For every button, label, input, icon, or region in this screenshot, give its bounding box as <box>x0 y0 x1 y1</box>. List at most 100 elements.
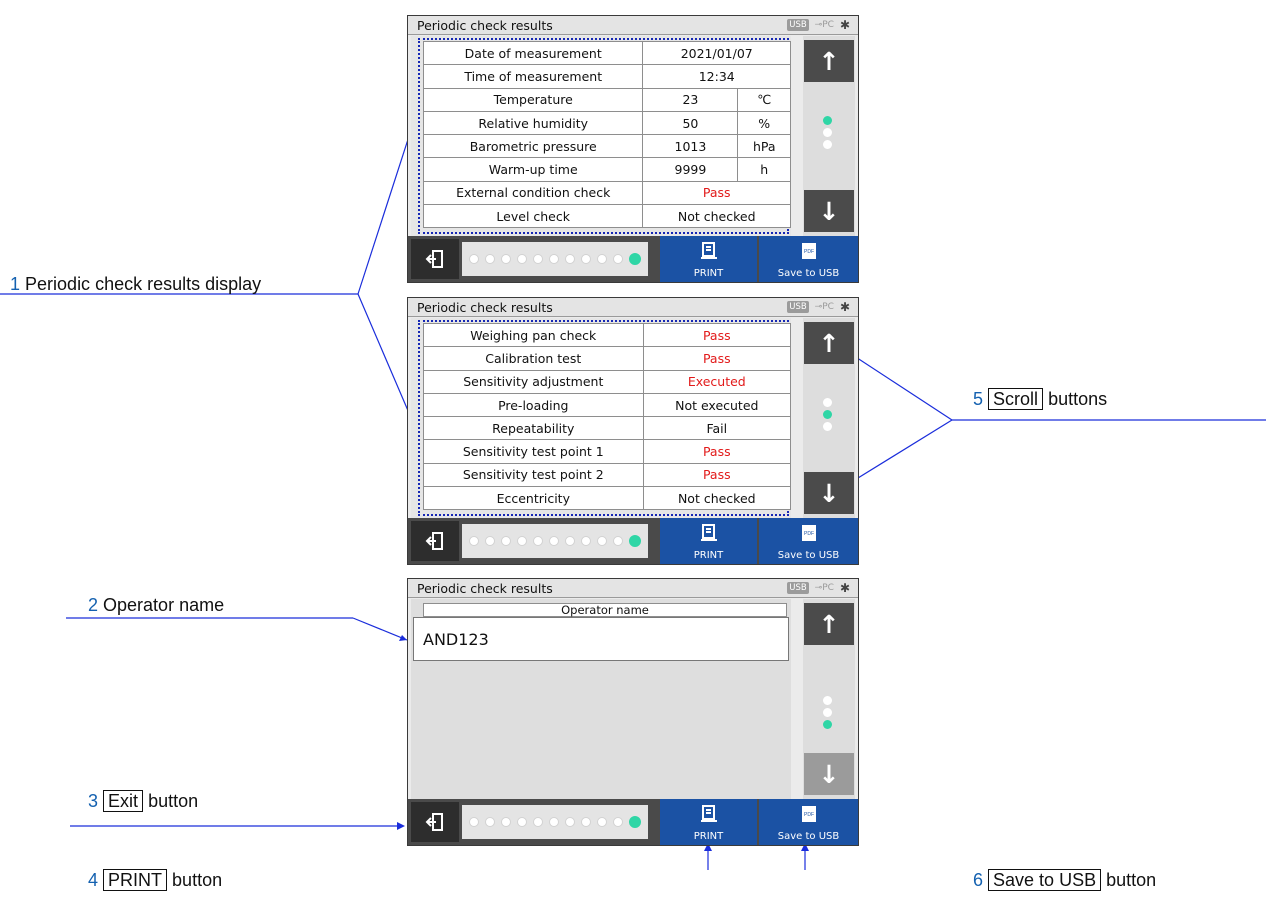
row-value: Pass <box>642 346 792 371</box>
footer-dot <box>565 817 575 827</box>
footer-dot <box>629 535 641 547</box>
footer-dot <box>485 536 495 546</box>
footer-dot <box>469 817 479 827</box>
table-row: External condition check Pass <box>422 180 791 206</box>
footer-dot <box>517 536 527 546</box>
row-value: Executed <box>642 369 792 394</box>
scroll-down-button[interactable]: ↓ <box>804 472 854 514</box>
footer-dot <box>597 536 607 546</box>
table-row: Pre-loading Not executed <box>423 392 792 418</box>
footer-dot <box>469 536 479 546</box>
print-icon <box>700 242 717 259</box>
row-label: Eccentricity <box>423 486 644 511</box>
page-dot <box>823 398 832 407</box>
footer-dot <box>565 254 575 264</box>
row-value: Fail <box>642 416 792 441</box>
page-dot <box>823 116 832 125</box>
annotation-operator-name: 2 Operator name <box>88 595 225 615</box>
table-row: Relative humidity 50% <box>422 110 791 136</box>
row-label: Time of measurement <box>422 64 644 89</box>
row-value: 9999 <box>642 157 739 182</box>
footer-dot <box>485 254 495 264</box>
exit-button[interactable] <box>411 802 459 842</box>
title-bar: Periodic check results USB ⊸PC ✱ <box>408 16 858 35</box>
row-value: Not executed <box>642 392 792 418</box>
scroll-down-button[interactable]: ↓ <box>804 753 854 795</box>
footer-bar: PRINT PDF Save to USB <box>408 518 858 564</box>
table-row: Sensitivity adjustment Executed <box>423 369 792 394</box>
save-to-usb-button[interactable]: PDF Save to USB <box>759 799 858 845</box>
page-dot <box>823 422 832 431</box>
footer-page-dots <box>462 524 648 558</box>
results-display: Weighing pan check Pass Calibration test P… <box>411 318 792 518</box>
row-label: Sensitivity test point 1 <box>423 439 644 464</box>
footer-dot <box>581 536 591 546</box>
save-to-usb-label: Save to USB <box>777 550 840 561</box>
footer-dot <box>597 254 607 264</box>
footer-dot <box>613 817 623 827</box>
row-label: Level check <box>422 204 644 229</box>
annotation-exit-button: 3 Exit button <box>88 790 199 812</box>
row-label: Calibration test <box>423 346 644 371</box>
row-label: Warm-up time <box>422 157 644 182</box>
pdf-icon: PDF <box>801 525 816 541</box>
row-value: 23 <box>642 87 739 112</box>
save-to-usb-button[interactable]: PDF Save to USB <box>759 236 858 282</box>
scroll-up-button[interactable]: ↑ <box>804 40 854 82</box>
screen-title: Periodic check results <box>417 581 553 596</box>
footer-dot <box>629 253 641 265</box>
row-label: Weighing pan check <box>423 322 644 348</box>
page-dot <box>823 720 832 729</box>
page-dot <box>823 140 832 149</box>
scroll-rail: ↑ ↓ <box>803 36 855 236</box>
page-dot <box>823 128 832 137</box>
operator-name-caption: Operator name <box>423 603 787 617</box>
exit-button[interactable] <box>411 239 459 279</box>
footer-dot <box>485 817 495 827</box>
print-button[interactable]: PRINT <box>660 518 757 564</box>
footer-page-dots <box>462 805 648 839</box>
page-indicator <box>823 116 833 152</box>
table-row: Level check Not checked <box>422 204 791 229</box>
row-value: 50 <box>642 110 739 136</box>
scroll-down-button[interactable]: ↓ <box>804 190 854 232</box>
exit-button[interactable] <box>411 521 459 561</box>
bluetooth-icon: ✱ <box>839 18 850 32</box>
scroll-up-button[interactable]: ↑ <box>804 322 854 364</box>
row-value: Pass <box>642 180 791 206</box>
scroll-rail: ↑ ↓ <box>803 318 855 518</box>
print-button[interactable]: PRINT <box>660 236 757 282</box>
row-unit: ℃ <box>737 87 791 112</box>
title-bar: Periodic check results USB ⊸PC ✱ <box>408 298 858 317</box>
results-table: Date of measurement 2021/01/07 Time of me… <box>422 40 791 229</box>
table-row: Barometric pressure 1013 hPa <box>422 134 791 159</box>
footer-page-dots <box>462 242 648 276</box>
pc-indicator: ⊸PC <box>814 302 834 312</box>
scroll-up-button[interactable]: ↑ <box>804 603 854 645</box>
print-icon <box>700 524 717 541</box>
page-dot <box>823 708 832 717</box>
footer-dot <box>549 536 559 546</box>
print-label: PRINT <box>693 550 724 561</box>
exit-icon <box>425 813 443 831</box>
table-row: Weighing pan check Pass <box>423 322 792 348</box>
title-bar: Periodic check results USB ⊸PC ✱ <box>408 579 858 598</box>
annotation-results-display: 1 Periodic check results display <box>10 274 262 294</box>
save-to-usb-button[interactable]: PDF Save to USB <box>759 518 858 564</box>
screen-periodic-results-page-3: Periodic check results USB ⊸PC ✱ Operato… <box>407 578 859 846</box>
print-label: PRINT <box>693 268 724 279</box>
table-row: Sensitivity test point 2 Pass <box>423 462 792 488</box>
screen-periodic-results-page-1: Periodic check results USB ⊸PC ✱ Date of… <box>407 15 859 283</box>
footer-dot <box>517 817 527 827</box>
footer-dot <box>581 817 591 827</box>
table-row: Repeatability Fail <box>423 416 792 441</box>
row-value: Not checked <box>642 486 792 511</box>
row-label: Temperature <box>422 87 644 112</box>
print-button[interactable]: PRINT <box>660 799 757 845</box>
bluetooth-icon: ✱ <box>839 300 850 314</box>
row-unit: h <box>737 157 791 182</box>
footer-bar: PRINT PDF Save to USB <box>408 236 858 282</box>
footer-dot <box>533 254 543 264</box>
table-row: Calibration test Pass <box>423 346 792 371</box>
scroll-rail: ↑ ↓ <box>803 599 855 799</box>
